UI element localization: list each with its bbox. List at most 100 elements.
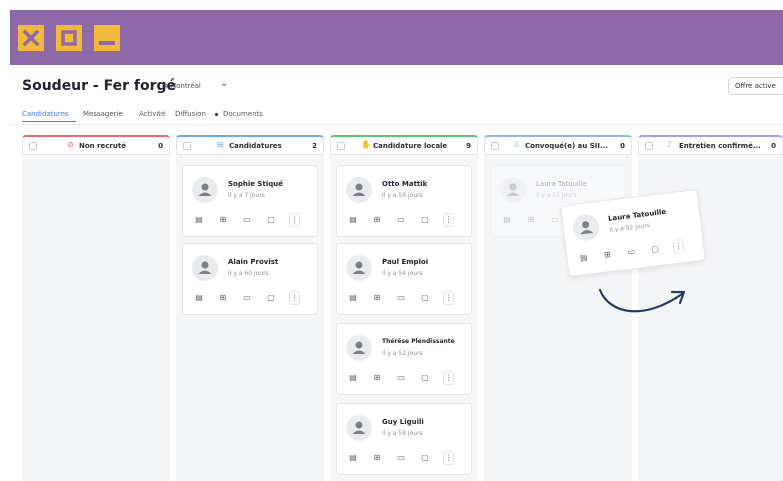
more-icon[interactable]: ⋮ [443, 451, 454, 465]
mail-icon[interactable]: ⊞ [216, 291, 230, 305]
more-icon[interactable]: ⋮ [289, 291, 300, 305]
calendar-icon[interactable]: ▭ [394, 213, 408, 227]
candidate-time: Il y a 52 jours [609, 221, 651, 234]
minimize-icon[interactable] [94, 25, 120, 51]
chevron-down-icon[interactable]: ⌄ [220, 78, 228, 89]
candidate-time: Il y a 52 jours [536, 192, 577, 199]
avatar [500, 177, 526, 203]
chat-icon[interactable]: ▢ [647, 242, 663, 258]
column-candidature-locale[interactable]: ✋ Candidature locale 9 Otto Mattik Il y … [330, 135, 478, 481]
column-title: Candidature locale [373, 142, 448, 150]
ban-icon: ⊘ [67, 140, 74, 149]
candidate-card[interactable]: Guy Liguili Il y a 58 jours ▤ ⊞ ▭ ▢ ⋮ [336, 403, 472, 475]
card-actions: ▤ ⊞ ▭ ▢ ⋮ [346, 451, 466, 465]
chat-icon[interactable]: ▢ [418, 213, 432, 227]
column-non-recrute[interactable]: ⊘ Non recruté 0 [22, 135, 170, 481]
app-window: Soudeur - Fer forgé ⊚ Montréal ⌄ Offre a… [10, 65, 783, 481]
column-checkbox[interactable] [645, 142, 653, 150]
separator-dot [215, 113, 218, 116]
window-titlebar [10, 10, 783, 65]
chat-icon[interactable]: ▢ [418, 451, 432, 465]
document-icon[interactable]: ▤ [346, 291, 360, 305]
inbox-icon: ⊟ [217, 140, 224, 149]
column-checkbox[interactable] [337, 142, 345, 150]
calendar-icon[interactable]: ▭ [240, 213, 254, 227]
card-actions: ▤ ⊞ ▭ ▢ ⋮ [346, 371, 466, 385]
mail-icon[interactable]: ⊞ [370, 451, 384, 465]
offer-status-button[interactable]: Offre active [728, 77, 783, 95]
avatar [571, 213, 601, 243]
more-icon[interactable]: ⋮ [443, 213, 454, 227]
column-title: Entretien confirmé... [679, 142, 761, 150]
candidate-time: Il y a 59 jours [382, 192, 423, 199]
hand-icon: ✋ [361, 140, 371, 149]
column-checkbox[interactable] [491, 142, 499, 150]
mail-icon: ⊞ [527, 215, 535, 224]
candidate-card[interactable]: Paul Emploi Il y a 54 jours ▤ ⊞ ▭ ▢ ⋮ [336, 243, 472, 315]
avatar [192, 255, 218, 281]
close-icon[interactable] [18, 25, 44, 51]
card-actions: ▤ ⊞ ▭ ▢ ⋮ [192, 213, 312, 227]
avatar [346, 335, 372, 361]
candidate-time: Il y a 52 jours [382, 350, 423, 357]
column-candidatures[interactable]: ⊟ Candidatures 2 Sophie Stiqué Il y a 7 … [176, 135, 324, 481]
column-header: ⊟ Candidatures 2 [176, 135, 324, 155]
candidate-name: Otto Mattik [382, 180, 428, 188]
tab-activite[interactable]: Activité [139, 110, 165, 118]
mail-icon[interactable]: ⊞ [600, 247, 616, 263]
drag-arrow-icon [598, 288, 686, 313]
chat-icon[interactable]: ▢ [264, 291, 278, 305]
column-header: ⊘ Non recruté 0 [22, 135, 170, 155]
location-selector[interactable]: ⊚ Montréal [162, 82, 201, 90]
page-title: Soudeur - Fer forgé [22, 78, 177, 94]
maximize-icon[interactable] [56, 25, 82, 51]
column-count: 2 [312, 142, 317, 150]
candidate-name: Sophie Stiqué [228, 180, 283, 188]
tab-candidatures[interactable]: Candidatures [22, 110, 69, 118]
more-icon[interactable]: ⋮ [672, 238, 685, 255]
more-icon[interactable]: ⋮ [289, 213, 300, 227]
candidate-name: Laura Tatouille [607, 207, 667, 223]
card-actions: ▤ ⊞ ▭ ▢ ⋮ [346, 291, 466, 305]
document-icon[interactable]: ▤ [192, 291, 206, 305]
candidate-name: Thérèse Plendissante [382, 338, 455, 345]
calendar-icon[interactable]: ▭ [240, 291, 254, 305]
calendar-icon[interactable]: ▭ [394, 291, 408, 305]
calendar-icon[interactable]: ▭ [624, 245, 640, 261]
tab-diffusion[interactable]: Diffusion [175, 110, 206, 118]
chat-icon[interactable]: ▢ [264, 213, 278, 227]
mail-icon[interactable]: ⊞ [370, 213, 384, 227]
candidate-time: Il y a 54 jours [382, 270, 423, 277]
document-icon[interactable]: ▤ [192, 213, 206, 227]
calendar-icon[interactable]: ▭ [394, 371, 408, 385]
candidate-time: Il y a 60 jours [228, 270, 269, 277]
avatar [346, 415, 372, 441]
candidate-time: Il y a 58 jours [382, 430, 423, 437]
document-icon[interactable]: ▤ [576, 250, 592, 266]
candidate-card[interactable]: Sophie Stiqué Il y a 7 jours ▤ ⊞ ▭ ▢ ⋮ [182, 165, 318, 237]
tab-messagerie[interactable]: Messagerie [83, 110, 123, 118]
mail-icon[interactable]: ⊞ [216, 213, 230, 227]
more-icon[interactable]: ⋮ [443, 371, 454, 385]
active-tab-indicator [22, 121, 76, 122]
candidate-name: Paul Emploi [382, 258, 429, 266]
tab-documents[interactable]: Documents [223, 110, 263, 118]
avatar [192, 177, 218, 203]
card-actions: ▤ ⊞ ▭ ▢ ⋮ [576, 237, 697, 266]
mail-icon[interactable]: ⊞ [370, 371, 384, 385]
document-icon[interactable]: ▤ [346, 213, 360, 227]
chat-icon[interactable]: ▢ [418, 291, 432, 305]
candidate-card[interactable]: Thérèse Plendissante Il y a 52 jours ▤ ⊞… [336, 323, 472, 395]
chat-icon[interactable]: ▢ [418, 371, 432, 385]
column-checkbox[interactable] [29, 142, 37, 150]
candidate-card[interactable]: Otto Mattik Il y a 59 jours ▤ ⊞ ▭ ▢ ⋮ [336, 165, 472, 237]
document-icon[interactable]: ▤ [346, 371, 360, 385]
candidate-card[interactable]: Alain Provist Il y a 60 jours ▤ ⊞ ▭ ▢ ⋮ [182, 243, 318, 315]
column-checkbox[interactable] [183, 142, 191, 150]
divider [10, 124, 783, 125]
calendar-icon[interactable]: ▭ [394, 451, 408, 465]
mail-icon[interactable]: ⊞ [370, 291, 384, 305]
more-icon[interactable]: ⋮ [443, 291, 454, 305]
document-icon[interactable]: ▤ [346, 451, 360, 465]
column-count: 0 [620, 142, 625, 150]
